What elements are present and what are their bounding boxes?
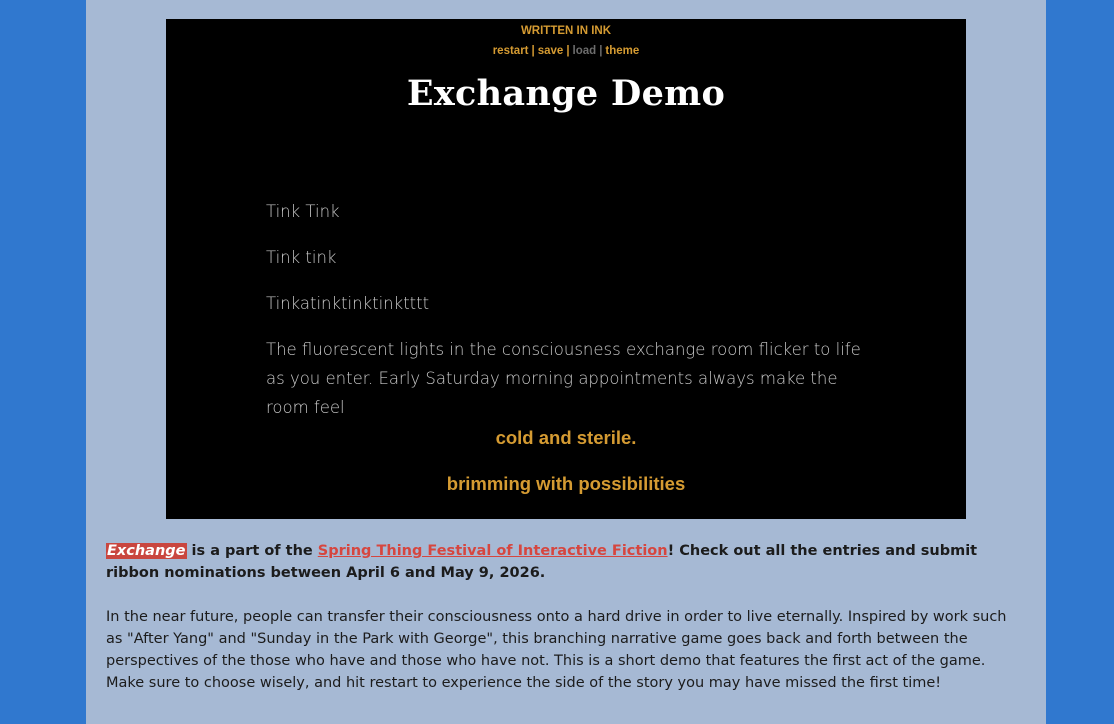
- story-paragraph: Tink tink: [266, 248, 337, 267]
- game-tag: Exchange: [106, 543, 187, 559]
- game-title: Exchange Demo: [406, 73, 726, 114]
- save-link[interactable]: save: [538, 45, 564, 57]
- game-frame: WRITTEN IN INK restart | save | load | theme E…: [166, 19, 966, 519]
- festival-note: Exchange is a part of the Spring Thing F…: [106, 540, 1026, 584]
- info-section: Exchange is a part of the Spring Thing F…: [106, 540, 1026, 716]
- menu-separator: |: [531, 45, 535, 57]
- festival-link[interactable]: Spring Thing Festival of Interactive Fic…: [318, 543, 668, 559]
- game-description: In the near future, people can transfer …: [106, 609, 1007, 691]
- choice-brimming-with-possibilities[interactable]: brimming with possibilities: [166, 473, 966, 495]
- load-link: load: [572, 45, 597, 57]
- choice-list: cold and sterile. brimming with possibil…: [166, 427, 966, 519]
- restart-link[interactable]: restart: [493, 45, 529, 57]
- page-column: WRITTEN IN INK restart | save | load | theme E…: [86, 0, 1046, 724]
- story-paragraph: Tink Tink: [266, 202, 340, 221]
- choice-cold-and-sterile[interactable]: cold and sterile.: [166, 427, 966, 449]
- story-paragraph: The fluorescent lights in the consciousn…: [266, 340, 861, 417]
- written-in-ink-label: WRITTEN IN INK: [520, 25, 612, 37]
- game-menu: restart | save | load | theme: [166, 45, 966, 57]
- festival-note-text: is a part of the: [186, 543, 318, 559]
- story-paragraph: Tinkatinktinktinktttt: [266, 294, 430, 313]
- theme-link[interactable]: theme: [605, 45, 639, 57]
- menu-separator: |: [566, 45, 570, 57]
- story-text: Tink Tink Tink tink Tinkatinktinktinkttt…: [266, 197, 866, 439]
